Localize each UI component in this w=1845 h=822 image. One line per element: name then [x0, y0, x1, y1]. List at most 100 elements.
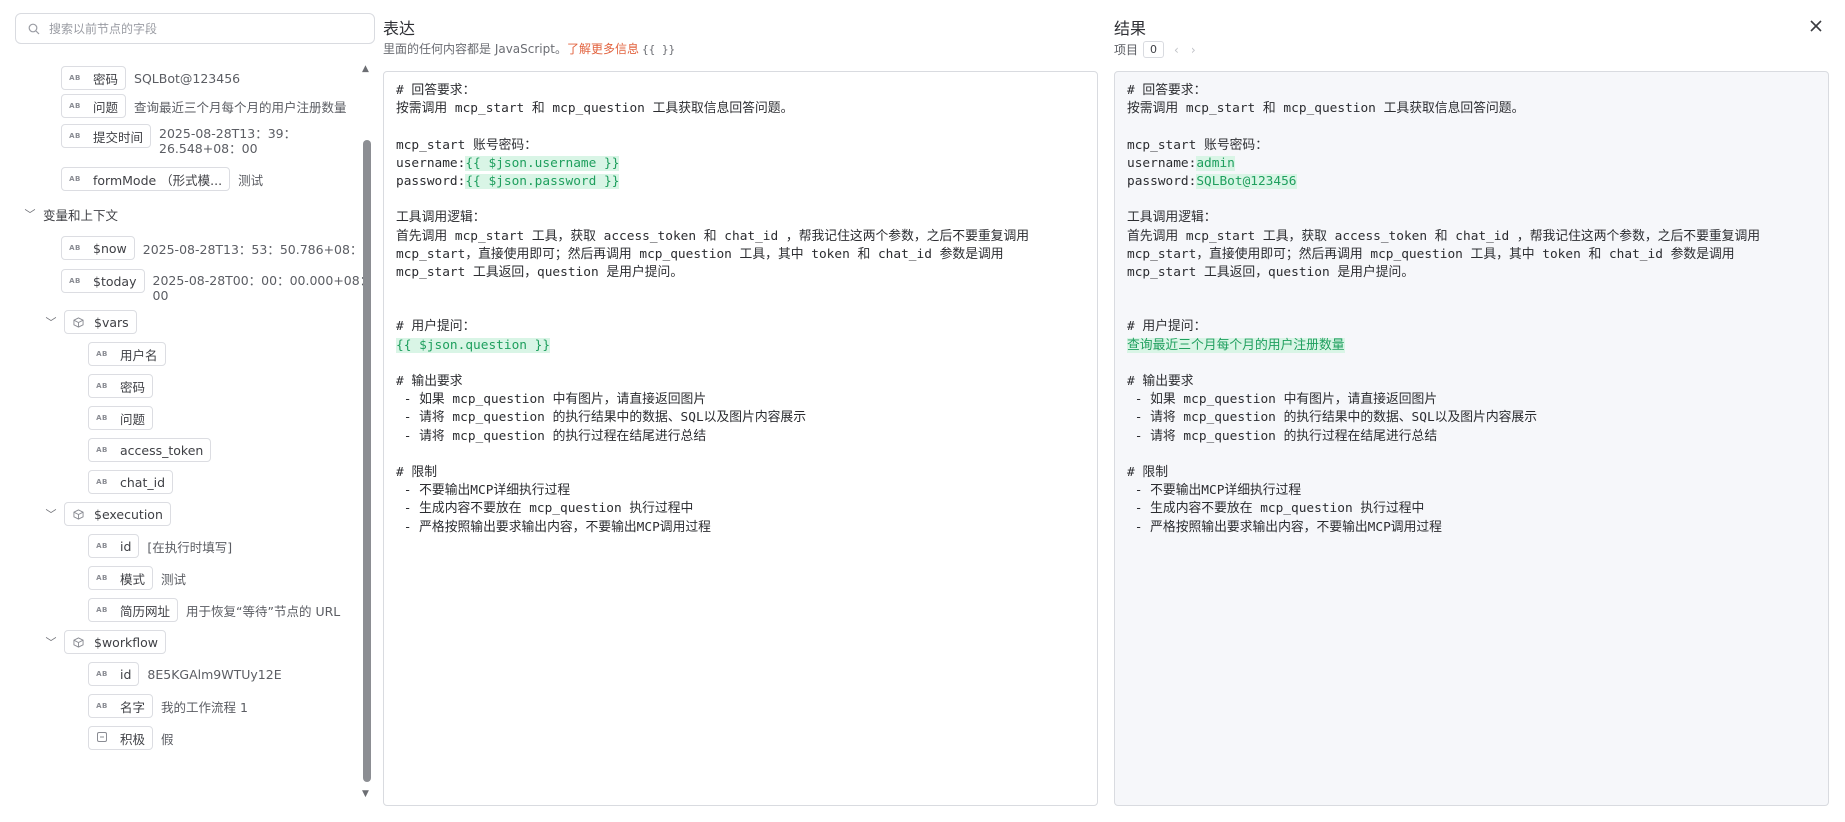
resolved-expression: {{ $json.password }} — [465, 173, 620, 189]
prev-page-icon[interactable]: ‹ — [1174, 43, 1191, 57]
field-row-submit-time[interactable]: AB 提交时间 2025-08-28T13：39： 26.548+08：00 — [61, 124, 296, 158]
field-pill[interactable]: AB 提交时间 — [61, 124, 152, 148]
field-pill[interactable]: AB id — [88, 662, 140, 686]
field-label: 提交时间 — [93, 129, 144, 145]
field-row-var[interactable]: AB access_token — [88, 436, 212, 464]
field-pill[interactable]: AB formMode （形式模... — [61, 167, 231, 191]
code-line: - 不要输出MCP详细执行过程 — [1127, 482, 1816, 500]
field-pill[interactable]: $execution — [64, 502, 171, 526]
section-variables-context[interactable]: ﹀ 变量和上下文 — [23, 200, 119, 228]
code-line: # 回答要求： — [1127, 82, 1816, 100]
boolean-type-icon — [94, 732, 110, 744]
code-line: 首先调用 mcp_start 工具，获取 access_token 和 chat… — [396, 228, 1085, 246]
field-row-question[interactable]: AB 问题 查询最近三个月每个月的用户注册数量 — [61, 92, 347, 120]
field-row-var[interactable]: AB chat_id — [88, 468, 174, 496]
string-type-icon: AB — [96, 702, 108, 710]
field-pill[interactable]: 积极 — [88, 726, 154, 750]
field-row-workflow[interactable]: AB id 8E5KGAlm9WTUy12E — [88, 660, 282, 688]
field-row-today[interactable]: AB $today 2025-08-28T00：00：00.000+08： 00 — [61, 269, 365, 303]
field-label: id — [120, 666, 132, 682]
code-text: - 严格按照输出要求输出内容，不要输出MCP调用过程 — [1127, 519, 1442, 535]
field-pill[interactable]: $vars — [64, 310, 137, 334]
code-text: - 如果 mcp_question 中有图片，请直接返回图片 — [396, 392, 707, 408]
section-workflow[interactable]: ﹀ $workflow — [44, 628, 166, 656]
code-text: 首先调用 mcp_start 工具，获取 access_token 和 chat… — [396, 228, 1030, 244]
field-row-execution[interactable]: AB id [在执行时填写] — [88, 532, 232, 560]
scroll-up-arrow-icon[interactable]: ▲ — [362, 64, 369, 74]
string-type-icon: AB — [96, 446, 108, 454]
field-pill[interactable]: AB chat_id — [88, 470, 174, 494]
code-line: - 不要输出MCP详细执行过程 — [396, 482, 1085, 500]
field-pill[interactable]: AB id — [88, 534, 140, 558]
field-pill[interactable]: AB 模式 — [88, 566, 154, 590]
code-text: 工具调用逻辑： — [396, 210, 486, 226]
field-pill[interactable]: AB access_token — [88, 438, 212, 462]
field-row-formmode[interactable]: AB formMode （形式模... 测试 — [61, 165, 263, 193]
field-row-var[interactable]: AB 密码 — [88, 372, 154, 400]
field-value: 查询最近三个月每个月的用户注册数量 — [134, 99, 347, 115]
code-text: - 请将 mcp_question 的执行过程在结尾进行总结 — [396, 428, 707, 444]
field-row-var[interactable]: AB 用户名 — [88, 340, 166, 368]
chevron-down-icon[interactable]: ﹀ — [44, 634, 58, 650]
field-value: 8E5KGAlm9WTUy12E — [147, 666, 282, 682]
field-row-now[interactable]: AB $now 2025-08-28T13：53：50.786+08：00 — [61, 234, 365, 262]
code-line: mcp_start 账号密码： — [1127, 137, 1816, 155]
field-row-workflow[interactable]: 积极 假 — [88, 724, 174, 752]
braces-hint: {{ }} — [641, 43, 676, 56]
code-text: # 限制 — [396, 464, 438, 480]
field-label: id — [120, 538, 132, 554]
field-pill[interactable]: $workflow — [64, 630, 166, 654]
chevron-down-icon[interactable]: ﹀ — [44, 506, 58, 522]
field-pill[interactable]: AB 名字 — [88, 694, 154, 718]
tree-scrollbar[interactable]: ▲ ▼ — [362, 64, 371, 799]
field-label: 问题 — [120, 411, 146, 427]
code-text: - 请将 mcp_question 的执行过程在结尾进行总结 — [1127, 428, 1438, 444]
section-execution[interactable]: ﹀ $execution — [44, 500, 171, 528]
field-pill[interactable]: AB 密码 — [61, 66, 127, 90]
search-input[interactable] — [49, 21, 349, 36]
object-type-icon — [70, 316, 86, 328]
expression-editor[interactable]: # 回答要求： 按需调用 mcp_start 和 mcp_question 工具获… — [383, 71, 1098, 806]
field-pill[interactable]: AB $today — [61, 269, 145, 293]
code-line: 工具调用逻辑： — [396, 209, 1085, 227]
items-count: 0 — [1143, 41, 1165, 58]
field-value: 2025-08-28T13：39： 26.548+08：00 — [159, 126, 296, 156]
field-value-line: 26.548+08：00 — [159, 141, 258, 156]
next-page-icon[interactable]: › — [1191, 43, 1208, 57]
field-pill[interactable]: AB 用户名 — [88, 342, 166, 366]
field-pill[interactable]: AB 密码 — [88, 374, 154, 398]
field-row-var[interactable]: AB 问题 — [88, 404, 154, 432]
section-vars[interactable]: ﹀ $vars — [44, 308, 137, 336]
code-line: - 严格按照输出要求输出内容，不要输出MCP调用过程 — [1127, 519, 1816, 537]
field-row-execution[interactable]: AB 模式 测试 — [88, 564, 186, 592]
field-pill[interactable]: AB 简历网址 — [88, 598, 179, 622]
code-text: # 限制 — [1127, 464, 1169, 480]
code-line: - 生成内容不要放在 mcp_question 执行过程中 — [396, 500, 1085, 518]
chevron-down-icon[interactable]: ﹀ — [44, 314, 58, 330]
object-type-icon — [70, 508, 86, 520]
search-box[interactable] — [15, 13, 375, 44]
field-pill[interactable]: AB $now — [61, 236, 135, 260]
code-line: mcp_start 账号密码： — [396, 137, 1085, 155]
field-pill[interactable]: AB 问题 — [88, 406, 154, 430]
close-icon[interactable] — [1806, 16, 1826, 36]
code-line: mcp_start 工具返回，question 是用户提问。 — [396, 264, 1085, 282]
chevron-down-icon[interactable]: ﹀ — [23, 206, 37, 222]
field-value: 假 — [161, 731, 174, 747]
field-row-execution[interactable]: AB 简历网址 用于恢复“等待”节点的 URL — [88, 596, 340, 624]
scroll-down-arrow-icon[interactable]: ▼ — [362, 789, 369, 799]
learn-more-link[interactable]: 了解更多信息 — [567, 42, 639, 56]
code-line: username:{{ $json.username }} — [396, 155, 1085, 173]
field-row-workflow[interactable]: AB 名字 我的工作流程 1 — [88, 692, 248, 720]
field-pill[interactable]: AB 问题 — [61, 94, 127, 118]
code-text: - 如果 mcp_question 中有图片，请直接返回图片 — [1127, 392, 1438, 408]
field-value-line: 2025-08-28T00：00：00.000+08： — [152, 273, 366, 288]
scroll-thumb[interactable] — [363, 140, 371, 782]
code-line: # 输出要求 — [396, 373, 1085, 391]
code-text: - 请将 mcp_question 的执行结果中的数据、SQL以及图片内容展示 — [396, 410, 807, 426]
code-text: 按需调用 mcp_start 和 mcp_question 工具获取信息回答问题… — [1127, 101, 1525, 117]
field-row-password[interactable]: AB 密码 SQLBot@123456 — [61, 64, 240, 92]
